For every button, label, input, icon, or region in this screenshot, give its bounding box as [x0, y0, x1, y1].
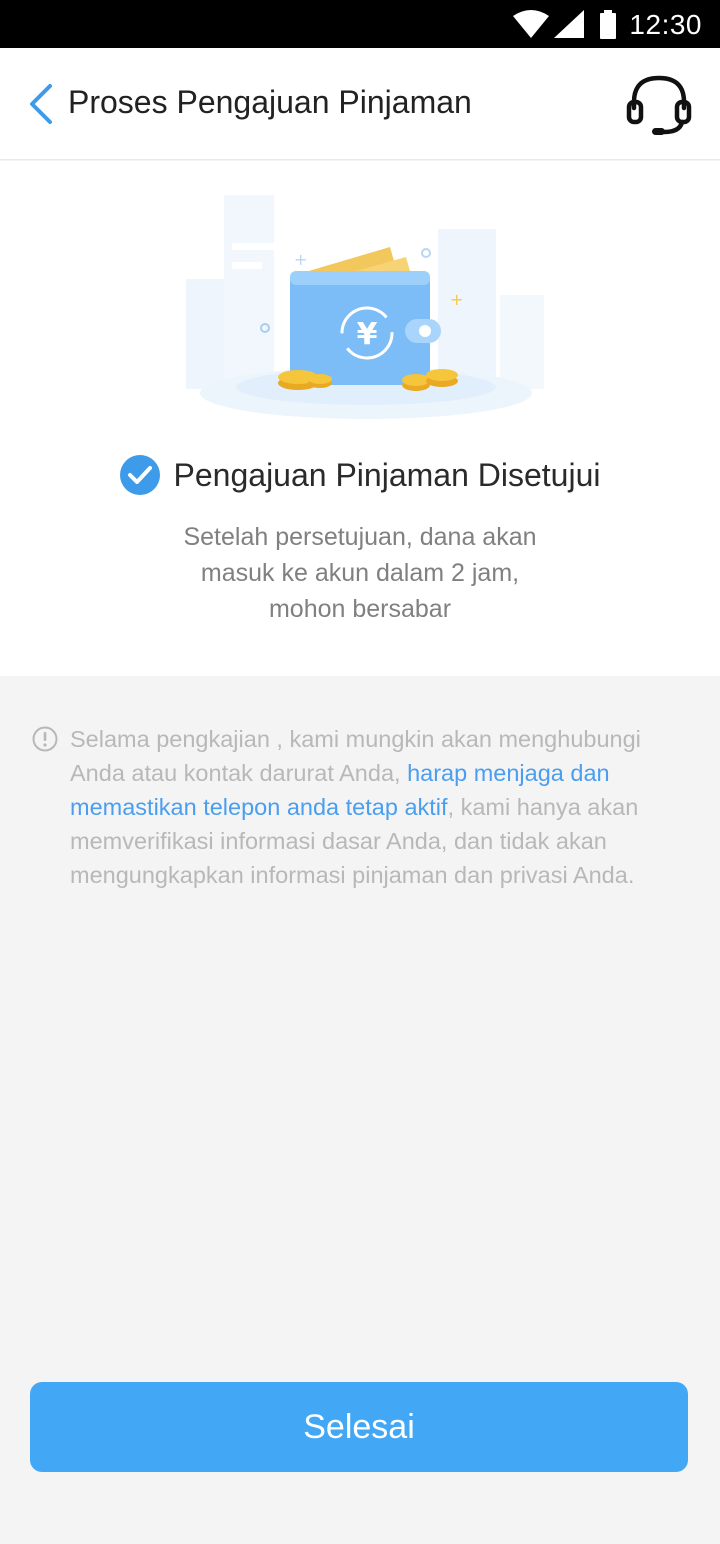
customer-support-button[interactable]: [626, 72, 692, 140]
app-header: Proses Pengajuan Pinjaman: [0, 48, 720, 160]
svg-text:+: +: [450, 290, 463, 309]
check-circle-icon: [119, 455, 160, 495]
verification-notice: Selama pengkajian , kami mungkin akan me…: [32, 722, 692, 892]
approval-title: Pengajuan Pinjaman Disetujui: [173, 456, 601, 493]
description-line: masuk ke akun dalam 2 jam,: [200, 559, 520, 587]
svg-text:¥: ¥: [357, 317, 378, 352]
description-line: mohon bersabar: [268, 595, 452, 623]
page-title: Proses Pengajuan Pinjaman: [68, 84, 472, 120]
chevron-left-icon: [30, 84, 52, 124]
svg-text:+: +: [294, 250, 307, 269]
wallet-illustration: + + ¥: [186, 195, 544, 419]
status-time: 12:30: [629, 9, 702, 40]
done-button[interactable]: Selesai: [30, 1382, 688, 1472]
description-line: Setelah persetujuan, dana akan: [183, 523, 537, 551]
info-icon: [32, 726, 58, 752]
approval-description: Setelah persetujuan, dana akan masuk ke …: [110, 519, 610, 627]
back-button[interactable]: [22, 82, 62, 126]
result-section: + + ¥ Pengajuan Pinjaman Disetujui Setel…: [0, 161, 720, 676]
battery-icon: [600, 10, 616, 39]
signal-icon: [554, 10, 584, 38]
notice-text: Selama pengkajian , kami mungkin akan me…: [70, 722, 692, 892]
headset-icon: [626, 75, 692, 135]
approval-status: Pengajuan Pinjaman Disetujui: [0, 453, 720, 497]
status-bar: 12:30: [0, 0, 720, 48]
wifi-icon: [513, 10, 549, 38]
